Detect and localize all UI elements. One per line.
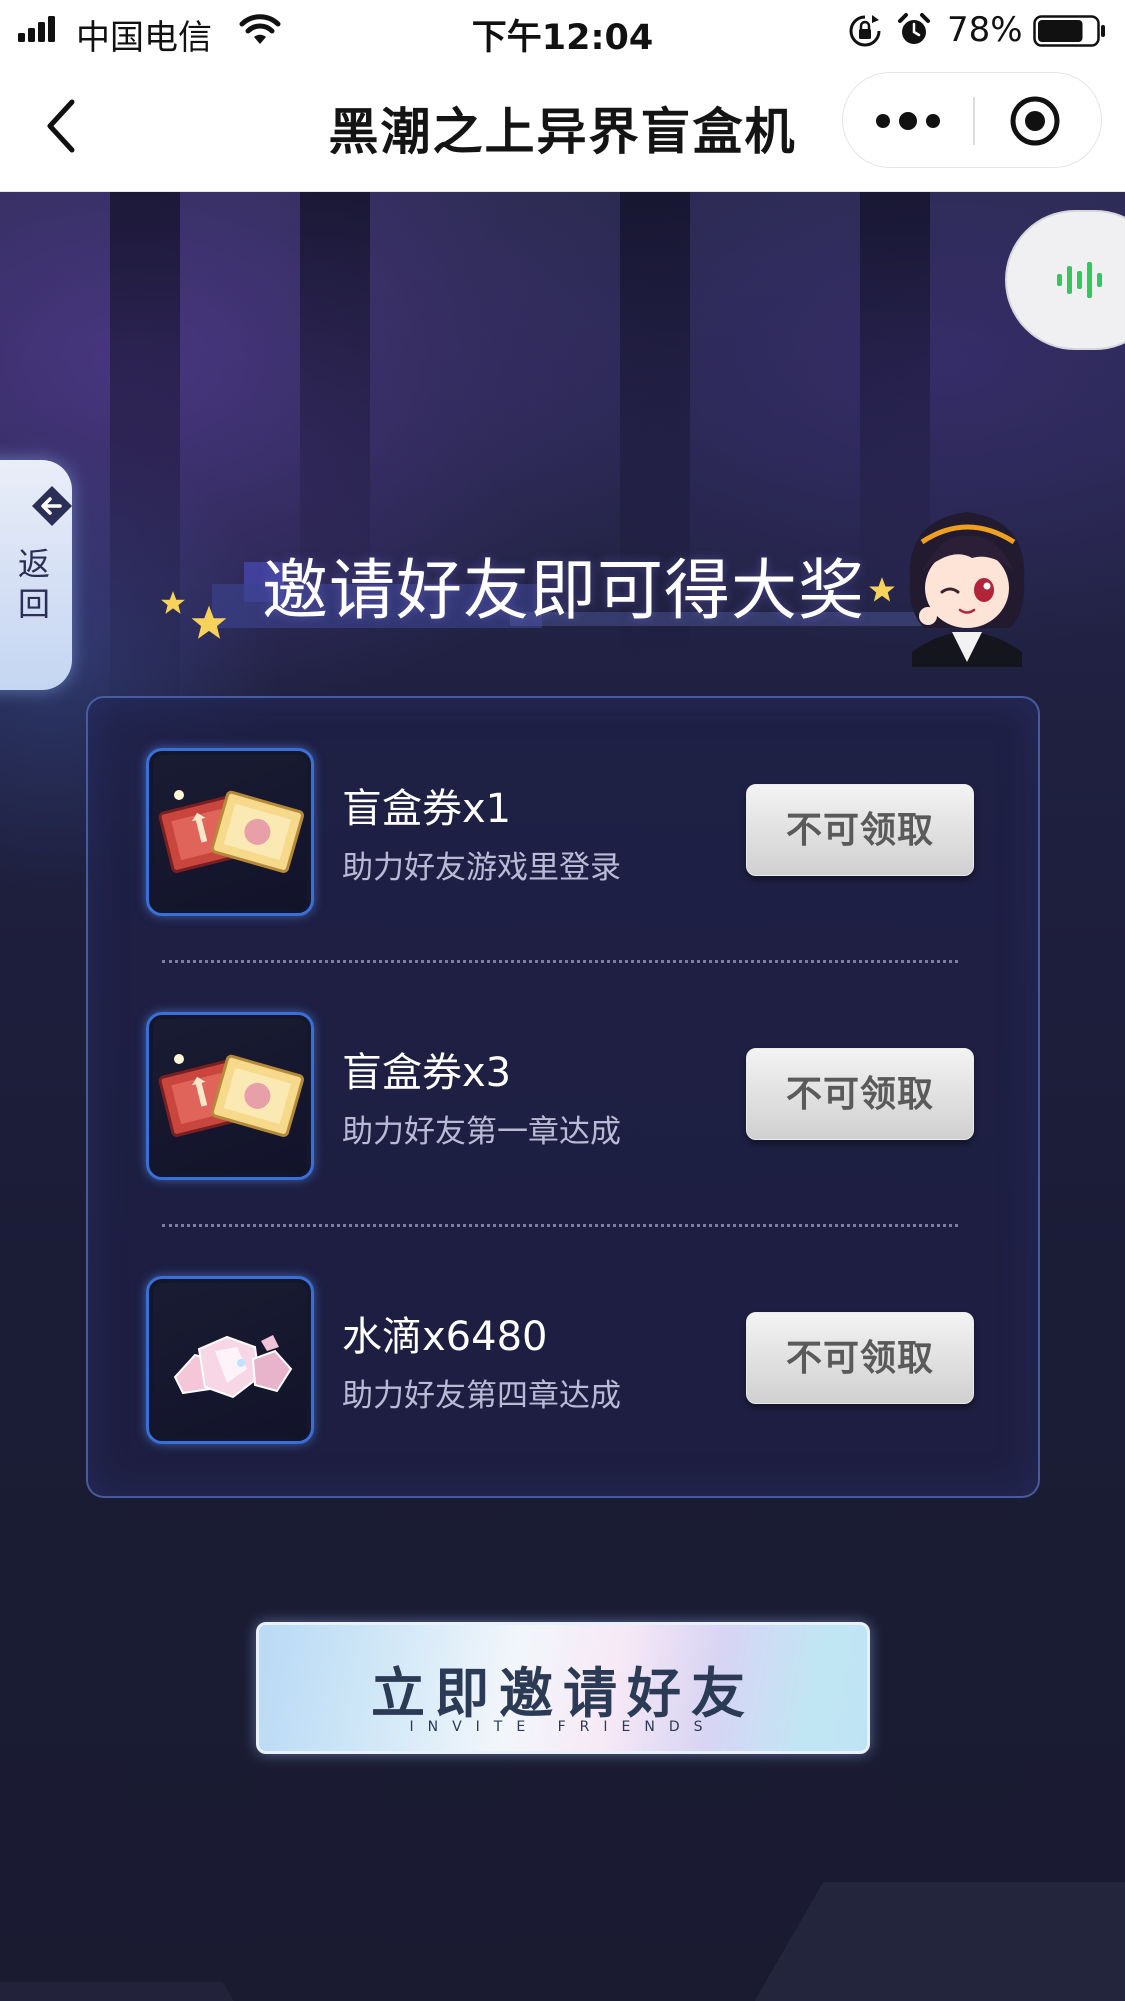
star-icon [191, 605, 227, 639]
row-divider [162, 960, 958, 963]
invite-button-sublabel: INVITE FRIENDS [409, 1719, 717, 1735]
battery-icon [1033, 15, 1105, 47]
reward-name: 盲盒券x3 [342, 1050, 512, 1096]
reward-icon-frame [146, 748, 314, 916]
mini-program-capsule [842, 72, 1102, 168]
side-back-label: 返回 [17, 545, 50, 623]
background-floor [736, 1882, 1125, 2001]
background-curtain [110, 192, 180, 732]
row-divider [162, 1224, 958, 1227]
reward-row: 盲盒券x3 助力好友第一章达成 不可领取 [88, 1012, 1038, 1182]
reward-icon-frame [146, 1276, 314, 1444]
water-drop-crystal-icon [173, 1335, 293, 1399]
reward-icon-frame [146, 1012, 314, 1180]
reward-description: 助力好友第四章达成 [342, 1378, 621, 1414]
reward-description: 助力好友第一章达成 [342, 1114, 621, 1150]
blind-box-ticket-icon [158, 1054, 305, 1137]
page-title: 黑潮之上异界盲盒机 [328, 103, 797, 161]
status-bar: 中国电信 下午12:04 78% [0, 0, 1125, 62]
rewards-panel: 盲盒券x1 助力好友游戏里登录 不可领取 盲盒券x3 助力好友第一章达成 不可领… [86, 696, 1040, 1498]
reward-row: 水滴x6480 助力好友第四章达成 不可领取 [88, 1276, 1038, 1446]
invite-friends-button[interactable]: 立即邀请好友 INVITE FRIENDS [256, 1622, 870, 1754]
reward-description: 助力好友游戏里登录 [342, 850, 621, 886]
mascot-character-icon [909, 512, 1025, 667]
claim-button[interactable]: 不可领取 [746, 1312, 974, 1404]
title-bar: 黑潮之上异界盲盒机 [0, 62, 1125, 192]
game-area: 返回 邀请好友即可得大奖 盲盒券x1 助力好友游戏里登录 不可领取 盲盒券x3 … [0, 192, 1125, 2001]
claim-button[interactable]: 不可领取 [746, 1048, 974, 1140]
alarm-icon [898, 13, 930, 44]
close-target-icon[interactable] [1009, 95, 1061, 147]
star-icon [161, 591, 185, 614]
invite-button-label: 立即邀请好友 [371, 1662, 755, 1725]
reward-name: 水滴x6480 [342, 1314, 548, 1360]
background-floor [0, 1982, 258, 2001]
banner-title: 邀请好友即可得大奖 [262, 552, 865, 629]
back-arrow-icon[interactable] [40, 96, 84, 156]
blind-box-ticket-icon [158, 790, 305, 873]
back-arrow-diamond-icon [32, 486, 72, 526]
claim-button[interactable]: 不可领取 [746, 784, 974, 876]
reward-row: 盲盒券x1 助力好友游戏里登录 不可领取 [88, 748, 1038, 918]
battery-percent: 78% [947, 10, 1023, 50]
reward-name: 盲盒券x1 [342, 786, 512, 832]
capsule-divider [973, 97, 975, 145]
more-dots-icon[interactable] [873, 101, 943, 141]
rotation-lock-icon [849, 15, 881, 47]
voice-wave-icon [1057, 262, 1102, 298]
